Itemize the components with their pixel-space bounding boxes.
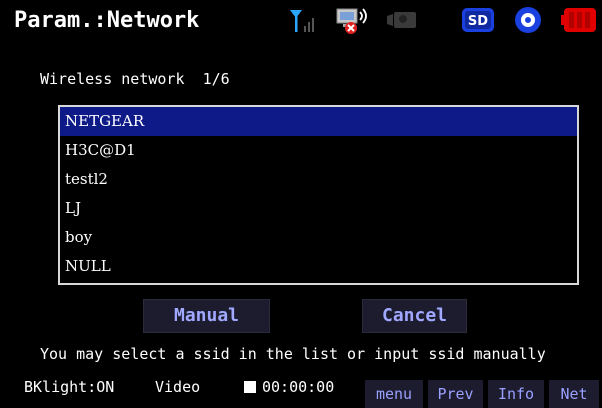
list-item[interactable]: testl2 <box>60 165 577 194</box>
list-item[interactable]: NETGEAR <box>60 107 577 136</box>
sd-card-icon: SD <box>462 8 494 32</box>
list-item[interactable]: LJ <box>60 194 577 223</box>
hint-text: You may select a ssid in the list or inp… <box>40 345 546 363</box>
page-indicator: 1/6 <box>202 70 230 88</box>
info-button[interactable]: Info <box>488 380 544 408</box>
disc-icon <box>515 7 541 33</box>
network-disconnected-icon <box>336 8 367 34</box>
ssid-list[interactable]: NETGEAR H3C@D1 testl2 LJ boy NULL <box>58 105 579 285</box>
menu-button[interactable]: menu <box>365 380 423 408</box>
list-item[interactable]: H3C@D1 <box>60 136 577 165</box>
manual-button[interactable]: Manual <box>143 299 270 333</box>
record-indicator-icon <box>244 381 256 393</box>
list-item[interactable]: NULL <box>60 252 577 281</box>
battery-icon <box>561 8 596 32</box>
wireless-network-label: Wireless network 1/6 <box>40 70 230 88</box>
header-bar: Param.:Network SD <box>0 0 602 44</box>
list-item[interactable]: boy <box>60 223 577 252</box>
video-label: Video <box>155 378 201 396</box>
signal-icon <box>290 10 314 32</box>
cancel-button[interactable]: Cancel <box>362 299 467 333</box>
wireless-label-text: Wireless network <box>40 70 185 88</box>
svg-text:SD: SD <box>468 14 488 29</box>
camera-icon <box>387 12 416 28</box>
status-icons: SD <box>0 6 602 38</box>
backlight-status: BKlight:ON <box>24 378 115 396</box>
prev-button[interactable]: Prev <box>428 380 483 408</box>
timer-readout: 00:00:00 <box>262 378 335 396</box>
status-bar: BKlight:ON Video 00:00:00 menu Prev Info… <box>0 372 602 408</box>
net-button[interactable]: Net <box>549 380 599 408</box>
